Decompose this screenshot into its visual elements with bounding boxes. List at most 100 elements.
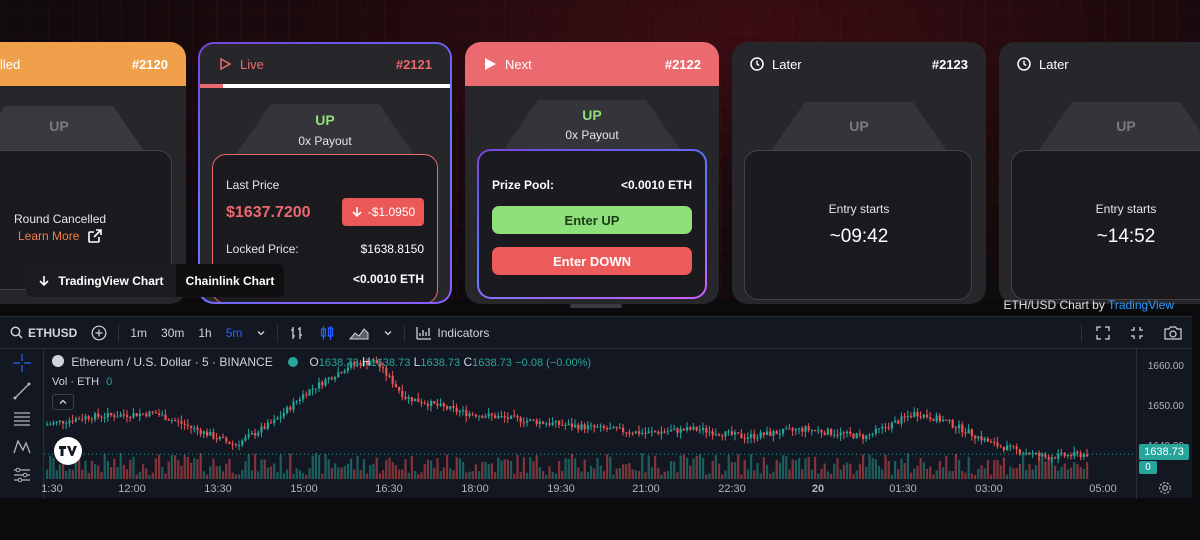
symbol-search[interactable]: ETHUSD <box>0 326 84 340</box>
volume-bar <box>167 461 170 479</box>
trendline-tool[interactable] <box>0 377 43 405</box>
candle-body <box>798 428 801 430</box>
candle-body <box>468 413 471 417</box>
measure-tool[interactable] <box>0 461 43 489</box>
volume-bar <box>615 468 618 479</box>
volume-bar <box>871 457 874 479</box>
enter-down-button[interactable]: Enter DOWN <box>492 247 692 275</box>
candle-body <box>116 416 119 418</box>
candle-body <box>938 415 941 422</box>
enter-up-button[interactable]: Enter UP <box>492 206 692 234</box>
interval-1h[interactable]: 1h <box>191 326 218 340</box>
volume-bar <box>1054 465 1057 479</box>
compare-button[interactable] <box>84 325 114 341</box>
volume-bar <box>772 471 775 479</box>
fib-tool[interactable] <box>0 405 43 433</box>
collapse-legend-button[interactable] <box>52 394 74 410</box>
candle-body <box>94 413 97 420</box>
candle-body <box>631 433 634 435</box>
volume-bar <box>897 469 900 479</box>
volume-bar <box>174 455 177 479</box>
up-label: UP <box>582 107 602 123</box>
volume-bar <box>980 465 983 479</box>
candle-body <box>634 431 637 434</box>
volume-bar <box>244 461 247 479</box>
candle-body <box>266 422 269 429</box>
volume-bar <box>801 469 804 479</box>
crosshair-tool[interactable] <box>0 349 43 377</box>
indicators-button[interactable]: Indicators <box>409 325 496 341</box>
volume-bar <box>116 467 119 479</box>
candle-body <box>756 437 759 439</box>
candle-body <box>753 434 756 439</box>
interval-1m[interactable]: 1m <box>123 326 154 340</box>
candle-body <box>794 429 797 431</box>
drag-handle[interactable] <box>570 304 622 308</box>
settings-icon[interactable] <box>1158 481 1172 495</box>
candle-body <box>330 377 333 380</box>
chart-type-dropdown[interactable] <box>376 328 400 338</box>
candle-body <box>87 416 90 420</box>
candle-body <box>842 432 845 434</box>
tradingview-link[interactable]: TradingView <box>1108 298 1174 312</box>
candles-button[interactable] <box>312 325 342 341</box>
candle-body <box>231 443 234 445</box>
volume-bar <box>346 463 349 479</box>
fullscreen-button[interactable] <box>1086 325 1120 340</box>
candle-body <box>1079 452 1082 457</box>
interval-dropdown[interactable] <box>249 328 273 338</box>
maximize-button[interactable] <box>1120 326 1154 340</box>
time-tick: 22:30 <box>718 483 746 495</box>
volume-bar <box>510 460 513 479</box>
candle-body <box>1015 446 1018 450</box>
pattern-tool[interactable] <box>0 433 43 461</box>
candle-body <box>718 434 721 436</box>
candle-body <box>1063 452 1066 457</box>
tradingview-logo[interactable] <box>54 437 82 465</box>
candle-body <box>932 419 935 422</box>
candle-body <box>986 438 989 442</box>
volume-bar <box>542 471 545 479</box>
volume-bar <box>1086 462 1089 479</box>
candle-body <box>324 379 327 386</box>
bars-icon <box>291 326 303 339</box>
candle-body <box>804 426 807 432</box>
candle-body <box>446 406 449 409</box>
candle-body <box>55 421 58 423</box>
candle-body <box>606 428 609 430</box>
candle-body <box>846 431 849 434</box>
volume-bar <box>286 469 289 479</box>
volume-bar <box>686 457 689 479</box>
volume-bar <box>826 471 829 479</box>
candle-body <box>654 431 657 433</box>
volume-bar <box>471 471 474 479</box>
volume-bar <box>730 461 733 479</box>
candle-body <box>394 384 397 387</box>
volume-bar <box>1063 463 1066 479</box>
status-label: Next <box>505 56 532 72</box>
volume-bar <box>52 457 55 479</box>
volume-bar <box>762 457 765 479</box>
learn-more-link[interactable]: Learn More <box>18 228 103 244</box>
candle-body <box>999 446 1002 448</box>
interval-5m[interactable]: 5m <box>219 326 250 340</box>
candle-body <box>263 426 266 429</box>
volume-bar <box>113 458 116 479</box>
candle-body <box>766 431 769 436</box>
card-header: Next #2122 <box>465 42 719 86</box>
volume-bar <box>682 454 685 479</box>
tradingview-chart-tab[interactable]: TradingView Chart <box>26 264 176 297</box>
volume-bar <box>455 457 458 479</box>
chainlink-chart-tab[interactable]: Chainlink Chart <box>176 264 284 297</box>
candle-body <box>772 431 775 436</box>
screenshot-button[interactable] <box>1154 325 1192 340</box>
volume-bar <box>954 453 957 479</box>
round-card-2123: Later #2123 UP Entry starts ~09:42 <box>732 42 986 304</box>
candle-body <box>519 417 522 423</box>
volume-bar <box>295 468 298 479</box>
area-button[interactable] <box>342 325 376 341</box>
candle-body <box>788 428 791 430</box>
bars-button[interactable] <box>282 325 312 341</box>
interval-30m[interactable]: 30m <box>154 326 191 340</box>
volume-bar <box>599 465 602 479</box>
